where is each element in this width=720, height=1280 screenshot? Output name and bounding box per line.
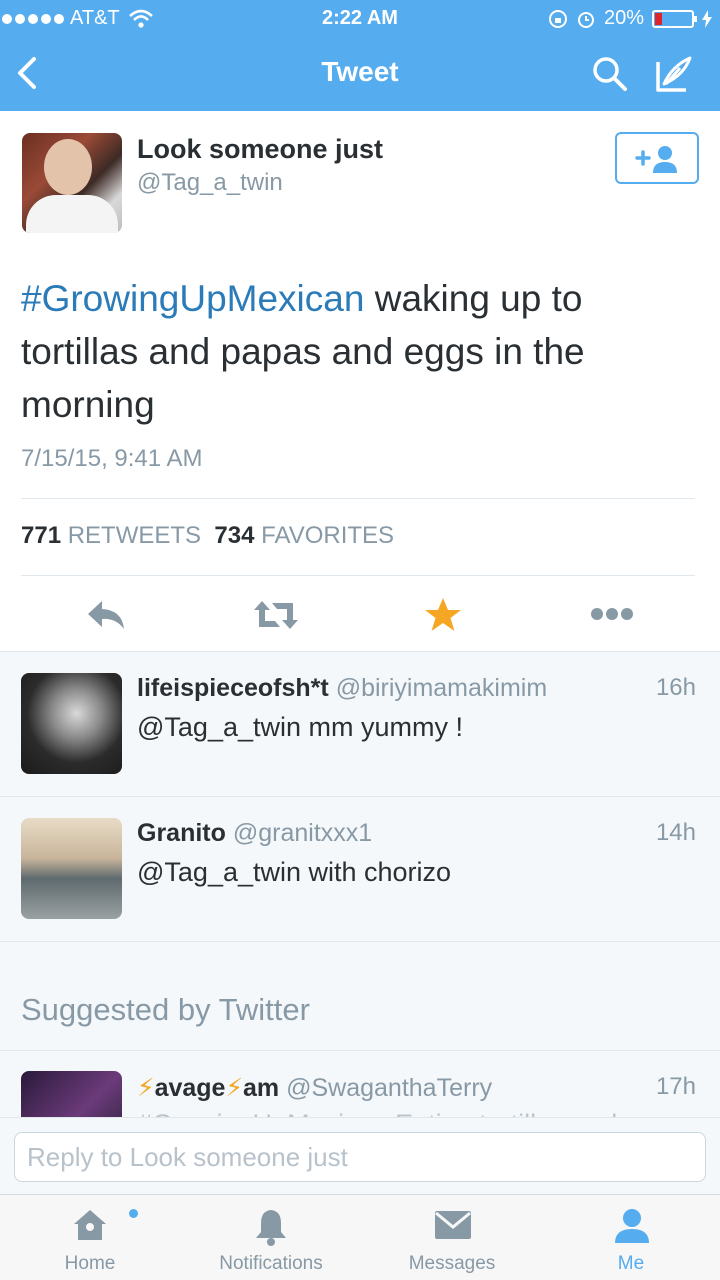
reply-text: @Tag_a_twin mm yummy ! bbox=[137, 712, 463, 742]
reply-author-handle: @granitxxx1 bbox=[232, 819, 373, 847]
bell-icon bbox=[256, 1210, 286, 1246]
battery-icon bbox=[652, 9, 697, 28]
favorites-stat[interactable]: 734 FAVORITES bbox=[214, 522, 394, 549]
divider bbox=[21, 575, 695, 576]
reply-text: @Tag_a_twin with chorizo bbox=[137, 857, 452, 887]
author-name[interactable]: Look someone just bbox=[137, 134, 383, 165]
suggested-author-name-part: am bbox=[243, 1074, 280, 1102]
tab-notifications[interactable]: Notifications bbox=[196, 1195, 346, 1280]
favorite-star-icon[interactable] bbox=[424, 597, 462, 633]
lightning-icon: ⚡ bbox=[225, 1074, 244, 1102]
reply-bar bbox=[0, 1117, 720, 1194]
home-icon bbox=[74, 1210, 106, 1240]
status-bar: AT&T 2:22 AM 20% bbox=[0, 0, 720, 36]
battery-label: 20% bbox=[603, 7, 644, 29]
author-avatar[interactable] bbox=[22, 133, 122, 233]
reply-author-handle: @biriyimamakimim bbox=[335, 674, 548, 702]
more-icon[interactable] bbox=[590, 607, 634, 621]
alarm-icon bbox=[577, 11, 594, 28]
reply-time: 16h bbox=[655, 674, 696, 701]
reply-icon[interactable] bbox=[86, 597, 128, 633]
tweet-timestamp: 7/15/15, 9:41 AM bbox=[21, 445, 203, 472]
divider bbox=[21, 498, 695, 499]
suggested-avatar[interactable] bbox=[21, 1071, 122, 1118]
lightning-icon: ⚡ bbox=[137, 1074, 155, 1102]
replies-section: lifeispieceofsh*t @biriyimamakimim 16h @… bbox=[0, 651, 720, 1118]
reply-author-name: Granito bbox=[137, 819, 226, 847]
suggested-author-handle: @SwaganthaTerry bbox=[286, 1074, 493, 1102]
tab-label: Me bbox=[617, 1253, 645, 1274]
tab-label: Home bbox=[64, 1253, 116, 1274]
tab-me[interactable]: Me bbox=[556, 1195, 706, 1280]
tweet-actions bbox=[0, 585, 720, 651]
charging-icon bbox=[702, 9, 712, 28]
suggested-author[interactable]: ⚡avage⚡am @SwaganthaTerry bbox=[137, 1073, 492, 1103]
reply-time: 14h bbox=[655, 819, 696, 846]
suggested-time: 17h bbox=[655, 1073, 696, 1100]
status-right: 20% bbox=[548, 7, 712, 30]
rotation-lock-icon bbox=[548, 9, 567, 28]
suggested-tweet[interactable]: ⚡avage⚡am @SwaganthaTerry 17h #GrowingUp… bbox=[0, 1050, 720, 1118]
reply-avatar[interactable] bbox=[21, 818, 122, 919]
reply-avatar[interactable] bbox=[21, 673, 122, 774]
reply-author-name: lifeispieceofsh*t bbox=[137, 674, 329, 702]
retweets-stat[interactable]: 771 RETWEETS bbox=[21, 522, 201, 549]
retweets-count: 771 bbox=[21, 522, 62, 549]
add-user-icon bbox=[635, 146, 677, 173]
top-bar: AT&T 2:22 AM 20% Tweet bbox=[0, 0, 720, 111]
author-handle[interactable]: @Tag_a_twin bbox=[137, 169, 283, 197]
favorites-label: FAVORITES bbox=[261, 522, 395, 549]
reply-author[interactable]: lifeispieceofsh*t @biriyimamakimim bbox=[137, 674, 547, 703]
retweet-icon[interactable] bbox=[252, 597, 300, 633]
tab-home[interactable]: Home bbox=[15, 1195, 165, 1280]
reply-input[interactable] bbox=[14, 1132, 706, 1182]
reply-item[interactable]: lifeispieceofsh*t @biriyimamakimim 16h @… bbox=[0, 652, 720, 797]
retweets-label: RETWEETS bbox=[67, 522, 202, 549]
hashtag-link[interactable]: #GrowingUpMexican bbox=[21, 278, 364, 319]
compose-icon[interactable] bbox=[654, 54, 694, 94]
tab-label: Messages bbox=[408, 1253, 496, 1274]
reply-item[interactable]: Granito @granitxxx1 14h @Tag_a_twin with… bbox=[0, 797, 720, 942]
tweet-text: #GrowingUpMexican waking up to tortillas… bbox=[21, 272, 701, 431]
reply-author[interactable]: Granito @granitxxx1 bbox=[137, 819, 372, 848]
tweet-stats: 771 RETWEETS 734 FAVORITES bbox=[21, 522, 394, 550]
search-icon[interactable] bbox=[592, 56, 628, 92]
tab-messages[interactable]: Messages bbox=[377, 1195, 527, 1280]
tab-label: Notifications bbox=[219, 1253, 323, 1274]
tab-bar: Home Notifications Messages Me bbox=[0, 1194, 720, 1280]
suggested-heading: Suggested by Twitter bbox=[21, 992, 310, 1027]
person-icon bbox=[615, 1209, 649, 1243]
suggested-author-name-part: avage bbox=[154, 1074, 226, 1102]
follow-button[interactable] bbox=[615, 132, 699, 184]
notification-dot bbox=[129, 1209, 138, 1218]
envelope-icon bbox=[435, 1211, 471, 1239]
favorites-count: 734 bbox=[214, 522, 255, 549]
